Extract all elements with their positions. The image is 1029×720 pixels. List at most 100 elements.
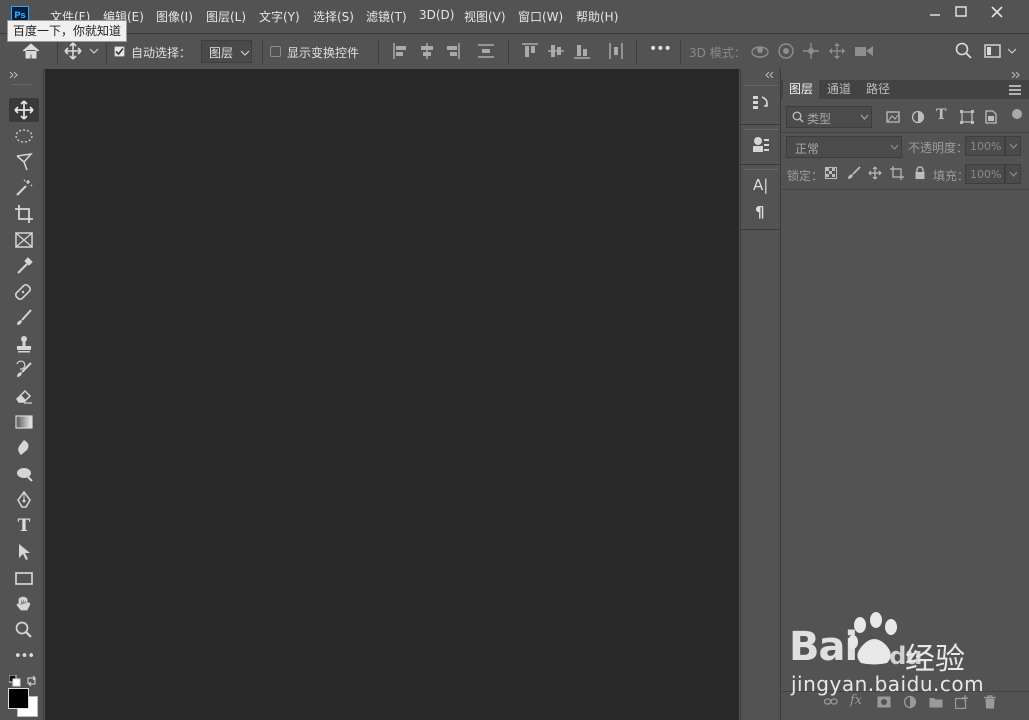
rectangle-tool-button[interactable] [9,566,39,590]
collapse-dock-icon[interactable] [765,72,775,78]
dock-grip[interactable] [744,129,777,131]
align-bottom-icon[interactable] [574,43,590,59]
filter-pixel-icon[interactable] [886,110,900,124]
default-colors-icon[interactable] [9,675,21,687]
move-tool-button[interactable] [9,98,39,122]
new-layer-icon[interactable] [955,695,969,709]
panel-menu-icon[interactable] [1009,85,1021,95]
lock-image-pixels-icon[interactable] [847,166,861,180]
menu-view[interactable]: 视图(V) [464,8,506,25]
history-panel-icon[interactable] [752,94,770,112]
lasso-tool-button[interactable] [9,150,39,174]
orbit-3d-icon[interactable] [751,42,769,60]
tab-channels[interactable]: 通道 [821,80,857,99]
filter-toggle[interactable] [1012,109,1022,119]
zoom-tool-button[interactable] [9,618,39,642]
eraser-tool-button[interactable] [9,384,39,408]
menu-select[interactable]: 选择(S) [313,8,354,25]
menu-image[interactable]: 图像(I) [156,8,193,25]
scale-3d-icon[interactable] [854,42,874,60]
lock-all-icon[interactable] [914,166,926,180]
opacity-slider-toggle[interactable] [1005,136,1021,156]
home-icon[interactable] [21,42,41,60]
history-brush-tool-button[interactable] [9,358,39,382]
menu-3d[interactable]: 3D(D) [419,8,454,22]
auto-select-target-dropdown[interactable]: 图层 [201,40,252,63]
align-right-icon[interactable] [446,43,460,59]
new-group-folder-icon[interactable] [929,696,943,708]
paragraph-panel-icon[interactable]: ¶ [755,203,765,221]
edit-toolbar-button[interactable]: ••• [9,644,39,668]
document-canvas-area[interactable] [45,69,739,720]
lock-position-icon[interactable] [868,166,882,180]
tab-layers[interactable]: 图层 [783,80,820,99]
filter-smart-object-icon[interactable] [984,110,998,124]
more-options-icon[interactable]: ••• [649,41,672,57]
character-panel-icon[interactable]: A| [753,176,768,194]
type-tool-button[interactable]: T [9,514,39,538]
distribute-horizontal-icon[interactable] [608,43,624,59]
dock-grip[interactable] [744,169,777,171]
move-tool-preset-icon[interactable] [64,42,104,60]
show-transform-checkbox[interactable] [270,46,281,57]
healing-brush-tool-button[interactable] [9,280,39,304]
lock-artboard-icon[interactable] [890,166,904,180]
magic-wand-tool-button[interactable] [9,176,39,200]
dodge-tool-button[interactable] [9,462,39,486]
crop-tool-button[interactable] [9,202,39,226]
eyedropper-tool-button[interactable] [9,254,39,278]
maximize-button[interactable] [946,2,976,22]
filter-type-icon[interactable]: T [936,107,946,123]
close-button[interactable] [982,2,1012,22]
auto-select-checkbox[interactable] [114,46,125,57]
dock-grip[interactable] [744,85,777,87]
pan-3d-icon[interactable] [802,42,820,60]
filter-adjustment-icon[interactable] [911,110,925,124]
distribute-vertical-icon[interactable] [478,43,494,59]
align-horizontal-center-icon[interactable] [420,43,434,59]
slide-3d-icon[interactable] [828,42,846,60]
hand-tool-button[interactable] [9,592,39,616]
search-icon[interactable] [955,42,973,60]
marquee-tool-button[interactable] [9,124,39,148]
delete-layer-trash-icon[interactable] [984,695,996,709]
path-selection-tool-button[interactable] [9,540,39,564]
align-vertical-center-icon[interactable] [548,43,564,59]
frame-tool-button[interactable] [9,228,39,252]
lock-transparent-pixels-icon[interactable] [825,167,837,179]
toolbar-grip[interactable] [12,84,32,86]
opacity-input[interactable]: 100% [965,136,1005,156]
fill-slider-toggle[interactable] [1005,164,1021,184]
gradient-tool-button[interactable] [9,410,39,434]
collapse-toolbar-icon[interactable] [9,72,19,78]
menu-layer[interactable]: 图层(L) [206,8,246,25]
separator [781,189,1029,190]
brush-tool-icon [17,309,32,325]
roll-3d-icon[interactable] [777,42,795,60]
fill-input[interactable]: 100% [965,164,1005,184]
align-left-icon[interactable] [393,43,407,59]
auto-select-target-value: 图层 [209,46,234,60]
clone-stamp-tool-button[interactable] [9,332,39,356]
link-layers-icon[interactable] [824,696,838,708]
foreground-color-swatch[interactable] [8,688,29,709]
pen-tool-button[interactable] [9,488,39,512]
align-top-icon[interactable] [522,43,538,59]
workspace-switcher-icon[interactable] [984,42,1020,60]
mode-3d-label: 3D 模式： [689,46,746,60]
tab-paths[interactable]: 路径 [860,80,896,99]
blur-tool-button[interactable] [9,436,39,460]
menu-window[interactable]: 窗口(W) [518,8,563,25]
swap-colors-icon[interactable] [26,675,38,687]
filter-shape-icon[interactable] [960,110,974,124]
properties-panel-icon[interactable] [752,136,770,154]
menu-type[interactable]: 文字(Y) [259,8,300,25]
menu-filter[interactable]: 滤镜(T) [366,8,407,25]
blend-mode-dropdown[interactable]: 正常 [786,136,902,158]
brush-tool-button[interactable] [9,306,39,330]
collapse-panel-icon[interactable] [1011,72,1021,78]
new-adjustment-layer-icon[interactable] [903,695,917,709]
layer-filter-dropdown[interactable]: 类型 [786,106,872,128]
add-mask-icon[interactable] [877,696,891,708]
menu-help[interactable]: 帮助(H) [576,8,618,25]
